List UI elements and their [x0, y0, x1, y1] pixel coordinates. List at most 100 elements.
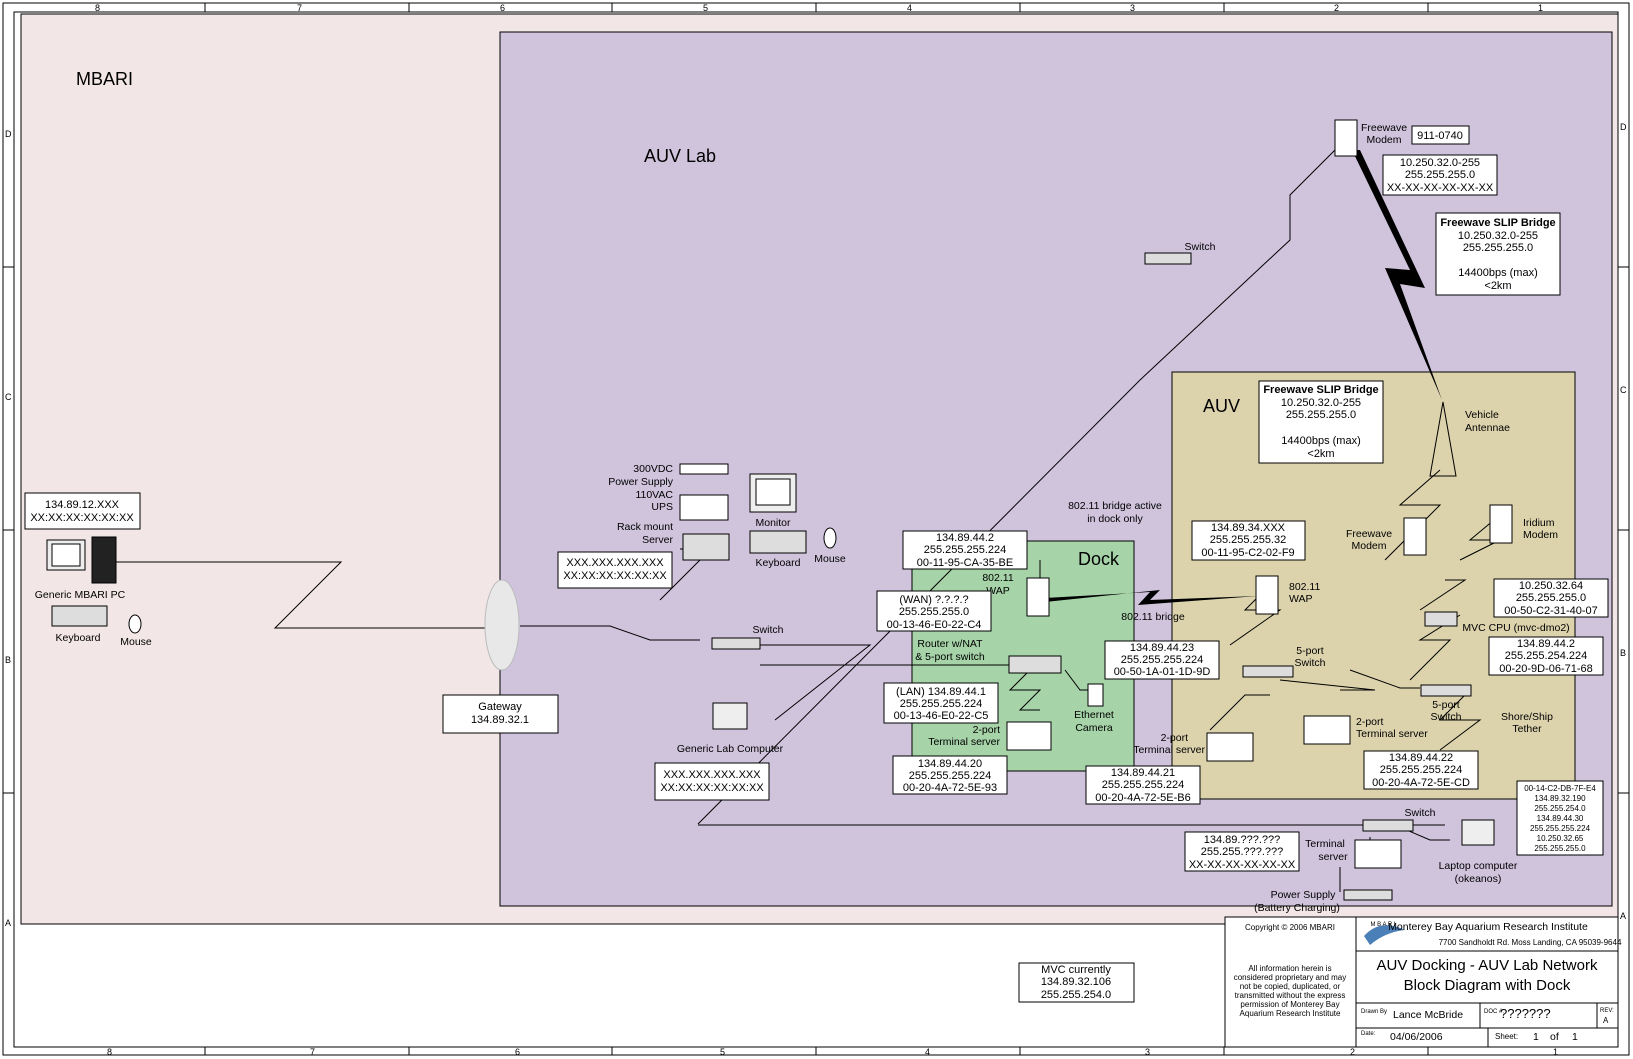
camera-label-1: Ethernet	[1074, 709, 1114, 721]
col-label-top: 8	[95, 3, 100, 13]
disclaimer-4: transmitted without the express	[1235, 991, 1346, 1000]
cpu-mac: 00-20-9D-06-71-68	[1499, 663, 1593, 675]
row-label-left: B	[5, 655, 11, 665]
auv-wap-label-1: 802.11	[1289, 581, 1320, 593]
laptop-mask-3: 255.255.255.0	[1534, 844, 1586, 853]
row-label-right: A	[1620, 911, 1626, 921]
col-label-bottom: 7	[310, 1047, 315, 1057]
laptop-ip-2: 134.89.44.30	[1537, 814, 1584, 823]
org-address: 7700 Sandholdt Rd. Moss Landing, CA 9503…	[1439, 938, 1622, 947]
lab-pc-mac: XX:XX:XX:XX:XX:XX	[660, 782, 764, 794]
mvc-note-title: MVC currently	[1041, 964, 1111, 976]
shore-switch-label: Switch	[1405, 807, 1436, 819]
disclaimer-6: Aquarium Research Institute	[1240, 1009, 1341, 1018]
server-mac: XX:XX:XX:XX:XX:XX	[563, 570, 667, 582]
server-label-line2: Server	[642, 534, 673, 546]
drawn-by: Lance McBride	[1393, 1009, 1463, 1021]
gateway-label: Gateway	[478, 701, 522, 713]
dock-term-mac: 00-20-4A-72-5E-93	[903, 782, 997, 794]
col-label-top: 7	[297, 3, 302, 13]
auv-switch2-label-1: 5-port	[1432, 699, 1460, 711]
mbari-mouse-label: Mouse	[120, 636, 152, 648]
mbari-pc-mac: XX:XX:XX:XX:XX:XX	[30, 512, 134, 524]
disclaimer-5: permission of Monterey Bay	[1240, 1000, 1339, 1009]
wan-ip: (WAN) ?.?.?.?	[899, 594, 968, 606]
wap-icon	[1026, 577, 1050, 617]
server-ip: XXX.XXX.XXX.XXX	[566, 557, 664, 569]
shore-bridge-mask: 255.255.255.0	[1463, 242, 1533, 254]
antenna-label-1: Vehicle	[1465, 409, 1499, 421]
terminal-server-icon	[1006, 721, 1052, 751]
switch-icon	[711, 637, 761, 650]
col-label-bottom: 1	[1553, 1047, 1558, 1057]
freewave-modem-icon	[1403, 517, 1427, 556]
col-label-bottom: 5	[720, 1047, 725, 1057]
shore-term-ip: 134.89.???.???	[1204, 834, 1280, 846]
dock-term2-ip: 134.89.44.21	[1111, 767, 1175, 779]
sheet-total: 1	[1572, 1031, 1578, 1043]
doc-number: ???????	[1500, 1006, 1551, 1021]
date-label: Date:	[1361, 1031, 1376, 1037]
auv-bridge-range-km: <2km	[1307, 448, 1334, 460]
psu-label-line2: Power Supply	[608, 476, 674, 488]
psu-label-line1: 300VDC	[633, 463, 673, 475]
mouse-icon	[823, 527, 837, 549]
server-label-line1: Rack mount	[617, 521, 673, 533]
cloud-icon	[484, 579, 520, 671]
auv-bridge-mask: 255.255.255.0	[1286, 409, 1356, 421]
mbari-keyboard-label: Keyboard	[56, 632, 101, 644]
dock-term-label-2: Terminal server	[928, 736, 1000, 748]
sheet-label: Sheet:	[1495, 1032, 1518, 1041]
auv-term2-label-1: 2-port	[1356, 716, 1384, 728]
terminal-server-icon	[1206, 732, 1254, 762]
lab-pc-label: Generic Lab Computer	[677, 743, 784, 755]
modem-id: 911-0740	[1417, 130, 1463, 142]
cpu-ip: 134.89.44.2	[1517, 638, 1575, 650]
lab-monitor-label: Monitor	[755, 517, 791, 529]
bridge-note-2: in dock only	[1087, 513, 1143, 525]
row-label-left: C	[5, 392, 12, 402]
router-label-1: Router w/NAT	[917, 638, 983, 650]
row-label-right: B	[1620, 648, 1626, 658]
auv-title: AUV	[1203, 396, 1240, 416]
auv-wap-label-2: WAP	[1289, 593, 1313, 605]
col-label-bottom: 4	[925, 1047, 930, 1057]
shore-modem-mac: XX-XX-XX-XX-XX-XX	[1387, 182, 1494, 194]
col-label-bottom: 2	[1350, 1047, 1355, 1057]
disclaimer-3: not be copied, duplicated, or	[1240, 982, 1341, 991]
shore-modem-label-2: Modem	[1366, 134, 1401, 146]
dock-term-label-1: 2-port	[973, 724, 1001, 736]
cpu-label: MVC CPU (mvc-dmo2)	[1462, 622, 1569, 634]
row-label-right: C	[1620, 385, 1627, 395]
auv-wap-mask: 255.255.255.32	[1210, 534, 1286, 546]
lan-ip: (LAN) 134.89.44.1	[896, 686, 986, 698]
laptop-icon	[1461, 819, 1495, 846]
laptop-mask-2: 255.255.255.224	[1530, 824, 1591, 833]
keyboard-icon	[51, 605, 108, 627]
top-switch-label: Switch	[1185, 241, 1216, 253]
mvc-note: MVC currently 134.89.32.106 255.255.254.…	[1018, 962, 1135, 1003]
auv-wap-ip: 134.89.34.XXX	[1211, 522, 1286, 534]
mbari-title: MBARI	[76, 69, 133, 89]
lab-keyboard-label: Keyboard	[756, 557, 801, 569]
lab-switch-label: Switch	[753, 624, 784, 636]
shore-term-label-1: Terminal	[1305, 838, 1345, 850]
bridge-note-1: 802.11 bridge active	[1068, 500, 1162, 512]
shore-modem-ip: 10.250.32.0-255	[1400, 157, 1480, 169]
switch-icon	[1420, 684, 1472, 697]
laptop-ip-3: 10.250.32.65	[1537, 834, 1584, 843]
auv-freewave-label-1: Freewave	[1346, 528, 1392, 540]
col-label-top: 2	[1334, 3, 1339, 13]
shore-bridge-title: Freewave SLIP Bridge	[1440, 217, 1555, 229]
wan-mac: 00-13-46-E0-22-C4	[887, 619, 982, 631]
shore-bridge-rate: 14400bps (max)	[1458, 267, 1538, 279]
org-name: Monterey Bay Aquarium Research Institute	[1388, 921, 1588, 933]
col-label-bottom: 3	[1145, 1047, 1150, 1057]
camera-ip: 134.89.44.23	[1130, 642, 1194, 654]
auv-term2-label-2: Terminal server	[1356, 728, 1428, 740]
auv-term-label-1: 2-port	[1161, 732, 1189, 744]
col-label-top: 3	[1130, 3, 1135, 13]
bridge-label: 802.11 bridge	[1121, 611, 1185, 623]
auv-term-mac: 00-20-4A-72-5E-CD	[1372, 777, 1470, 789]
drawing-title-1: AUV Docking - AUV Lab Network	[1377, 957, 1598, 974]
